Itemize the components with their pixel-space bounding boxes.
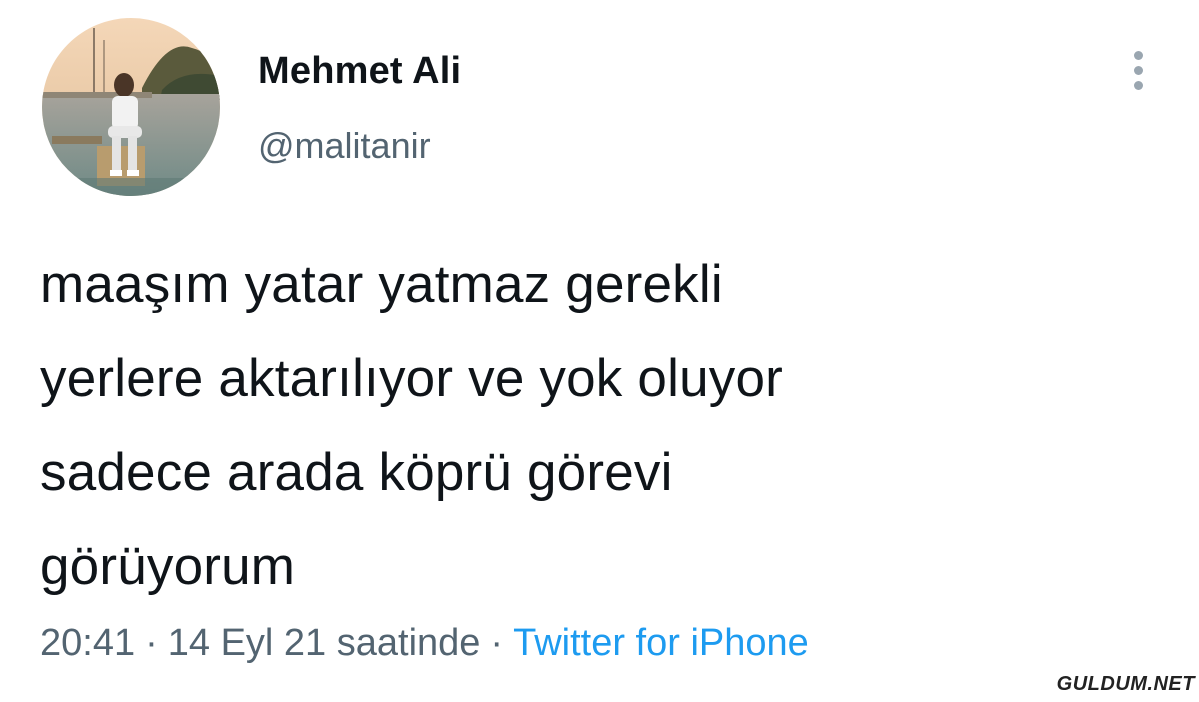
tweet-text-line: yerlere aktarılıyor ve yok oluyor xyxy=(40,349,783,408)
more-vertical-icon-dot xyxy=(1133,65,1143,75)
tweet-card: Mehmet Ali @malitanir maaşım yatar yatma… xyxy=(0,0,1199,702)
display-name[interactable]: Mehmet Ali xyxy=(258,50,461,93)
tweet-text: maaşım yatar yatmaz gerekli yerlere akta… xyxy=(40,238,1120,614)
avatar[interactable] xyxy=(42,18,220,196)
watermark: GULDUM.NET xyxy=(1056,673,1195,695)
tweet-time[interactable]: 20:41 xyxy=(40,622,135,664)
more-options-button[interactable] xyxy=(1118,40,1158,100)
separator-dot: · xyxy=(490,622,504,664)
tweet-date[interactable]: 14 Eyl 21 saatinde xyxy=(168,622,481,664)
avatar-photo xyxy=(42,18,220,196)
tweet-text-line: sadece arada köprü görevi xyxy=(40,443,673,502)
tweet-source-link[interactable]: Twitter for iPhone xyxy=(513,622,809,664)
tweet-text-line: maaşım yatar yatmaz gerekli xyxy=(40,255,723,314)
tweet-metadata: 20:41 · 14 Eyl 21 saatinde · Twitter for iPh… xyxy=(40,622,809,665)
user-handle[interactable]: @malitanir xyxy=(258,125,431,167)
more-vertical-icon-dot xyxy=(1133,80,1143,90)
more-vertical-icon xyxy=(1133,50,1143,60)
tweet-text-line: görüyorum xyxy=(40,537,296,596)
separator-dot: · xyxy=(145,622,158,664)
